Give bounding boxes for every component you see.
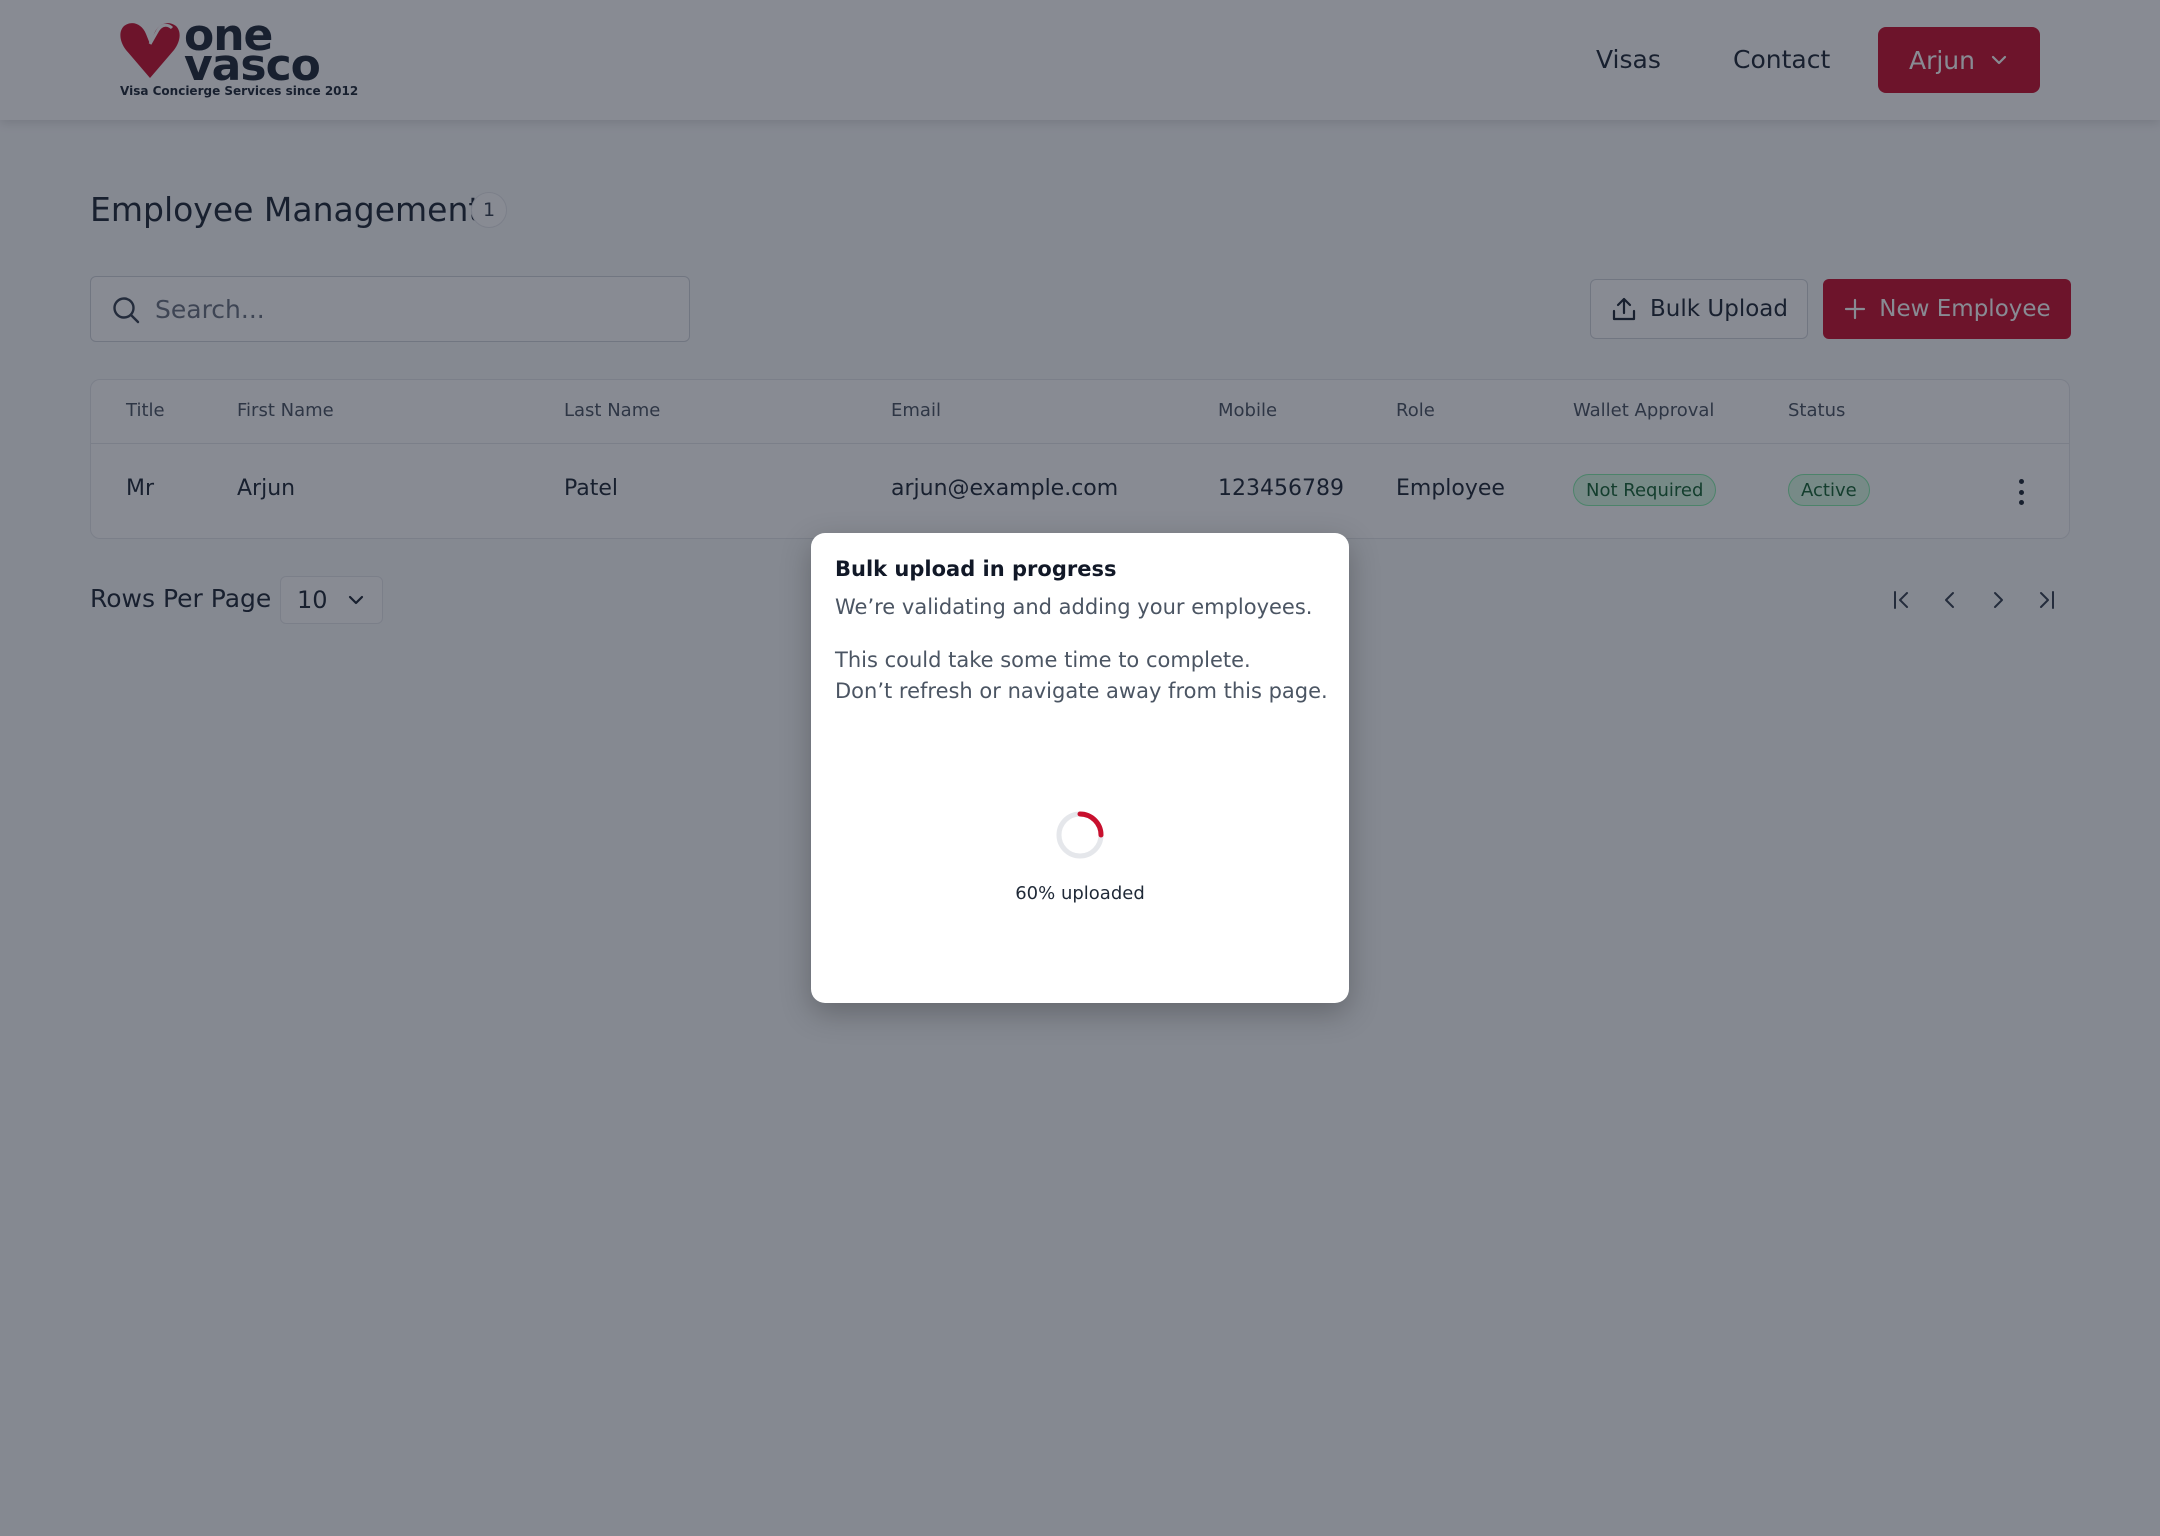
dialog-note-line-1: This could take some time to complete. (835, 648, 1251, 672)
dialog-note: This could take some time to complete. D… (835, 645, 1328, 707)
page: one vasco Visa Concierge Services since … (0, 0, 2160, 1536)
dialog-subtitle: We’re validating and adding your employe… (835, 595, 1313, 619)
upload-progress-text: 60% uploaded (1015, 883, 1145, 904)
loading-spinner-icon (1056, 811, 1104, 859)
dialog-note-line-2: Don’t refresh or navigate away from this… (835, 679, 1328, 703)
dialog-title: Bulk upload in progress (835, 557, 1117, 581)
bulk-upload-progress-dialog: Bulk upload in progress We’re validating… (811, 533, 1349, 1003)
